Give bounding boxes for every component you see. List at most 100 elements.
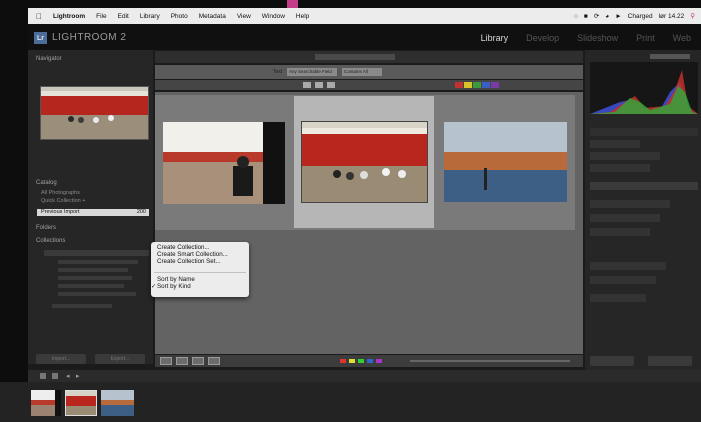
folders-header[interactable]: Folders (36, 225, 56, 231)
color-label-green-icon[interactable] (473, 82, 481, 88)
grid-view-icon[interactable] (160, 357, 172, 365)
menu-create-collection-set[interactable]: Create Collection Set... (157, 258, 221, 265)
menu-separator (154, 272, 246, 273)
sync-settings-button[interactable] (648, 356, 692, 366)
color-label-yellow-icon[interactable] (349, 359, 355, 363)
color-label-blue-icon[interactable] (367, 359, 373, 363)
color-label-purple-icon[interactable] (376, 359, 382, 363)
menu-help[interactable]: Help (296, 13, 309, 20)
quick-develop-header[interactable] (590, 128, 698, 136)
module-print[interactable]: Print (636, 33, 655, 43)
color-label-red-icon[interactable] (340, 359, 346, 363)
menu-app-name[interactable]: Lightroom (53, 13, 85, 20)
import-button[interactable]: Import... (36, 354, 86, 364)
battery-text[interactable]: Charged (628, 13, 653, 20)
clock-icon[interactable]: ◕ (605, 13, 609, 20)
module-web[interactable]: Web (673, 33, 691, 43)
sync-icon[interactable]: ⟳ (594, 12, 599, 20)
navigator-preview (40, 86, 149, 140)
menu-view[interactable]: View (237, 13, 251, 20)
menu-sort-by-kind[interactable]: Sort by Kind (157, 283, 191, 290)
metadata-row[interactable] (590, 294, 646, 302)
filter-field-dropdown[interactable]: Any Searchable Field (287, 68, 337, 76)
collection-row[interactable] (58, 276, 132, 280)
compare-view-icon[interactable] (192, 357, 204, 365)
navigator-header[interactable]: Navigator (36, 56, 62, 62)
photo-thumbnail[interactable] (163, 122, 285, 204)
grid-icon[interactable] (52, 373, 58, 379)
spotlight-icon[interactable]: ⚲ (690, 12, 695, 20)
filmstrip-thumbnail[interactable] (31, 390, 61, 416)
histogram-header[interactable] (650, 54, 690, 59)
grid-cell-selected[interactable] (294, 96, 434, 228)
grid-cell[interactable] (158, 96, 294, 228)
menu-edit[interactable]: Edit (118, 13, 129, 20)
apple-menu-icon[interactable]:  (36, 12, 42, 21)
volume-icon[interactable]: ► (615, 13, 621, 20)
filmstrip-thumbnail[interactable] (101, 390, 134, 416)
clock-text[interactable]: lør 14.22 (659, 13, 685, 20)
library-filter-bar: Text Any Searchable Field Contains All (155, 65, 583, 79)
menu-sort-by-name[interactable]: Sort by Name (157, 276, 195, 283)
sync-metadata-button[interactable] (590, 356, 634, 366)
filmstrip-thumbnail-selected[interactable] (65, 390, 97, 416)
metadata-row[interactable] (590, 276, 656, 284)
display-icon[interactable]: ■ (584, 13, 588, 20)
menu-metadata[interactable]: Metadata (199, 13, 226, 20)
menu-file[interactable]: File (96, 13, 106, 20)
collection-row[interactable] (58, 268, 128, 272)
library-filter-tabs[interactable] (315, 54, 395, 60)
collection-row[interactable] (52, 304, 112, 308)
catalog-item-previous-import[interactable]: Previous Import 200 (37, 209, 149, 216)
second-window-icon[interactable] (40, 373, 46, 379)
survey-view-icon[interactable] (208, 357, 220, 365)
color-label-green-icon[interactable] (358, 359, 364, 363)
forward-arrow-icon[interactable]: ▸ (76, 372, 80, 380)
filter-rule-dropdown[interactable]: Contains All (342, 68, 382, 76)
catalog-item-all-photographs[interactable]: All Photographs (37, 190, 149, 197)
photo-thumbnail[interactable] (301, 121, 428, 203)
thumbnail-size-slider[interactable] (410, 360, 570, 362)
white-balance-row[interactable] (590, 152, 660, 160)
module-library[interactable]: Library (481, 33, 509, 43)
export-button-label: Export... (110, 356, 130, 362)
loupe-view-icon[interactable] (176, 357, 188, 365)
flag-filter-icon[interactable] (303, 82, 311, 88)
metadata-row[interactable] (590, 200, 670, 208)
menu-photo[interactable]: Photo (171, 13, 188, 20)
collection-set-row[interactable] (44, 250, 149, 256)
saved-preset-row[interactable] (590, 140, 640, 148)
catalog-header[interactable]: Catalog (36, 180, 57, 186)
app-brand-name: LIGHTROOM 2 (52, 32, 127, 43)
metadata-row[interactable] (590, 262, 666, 270)
module-slideshow[interactable]: Slideshow (577, 33, 618, 43)
menu-create-collection[interactable]: Create Collection... (157, 244, 210, 251)
collection-row[interactable] (58, 284, 124, 288)
color-label-purple-icon[interactable] (491, 82, 499, 88)
attribute-filter-bar (155, 80, 583, 90)
tone-control-row[interactable] (590, 164, 650, 172)
collections-header[interactable]: Collections (36, 238, 65, 244)
photo-thumbnail[interactable] (444, 122, 567, 202)
collection-row[interactable] (58, 260, 138, 264)
color-label-yellow-icon[interactable] (464, 82, 472, 88)
flag-filter-icon[interactable] (315, 82, 323, 88)
menu-library[interactable]: Library (140, 13, 160, 20)
export-button[interactable]: Export... (95, 354, 145, 364)
menu-create-smart-collection[interactable]: Create Smart Collection... (157, 251, 228, 258)
metadata-row[interactable] (590, 228, 650, 236)
grid-cell[interactable] (434, 96, 575, 228)
flag-filter-icon[interactable] (327, 82, 335, 88)
color-label-red-icon[interactable] (455, 82, 463, 88)
keywording-header[interactable] (590, 182, 698, 190)
color-label-blue-icon[interactable] (482, 82, 490, 88)
collection-row[interactable] (58, 292, 136, 296)
back-arrow-icon[interactable]: ◂ (66, 372, 70, 380)
collections-context-menu: Create Collection... Create Smart Collec… (151, 242, 249, 297)
catalog-item-quick-collection[interactable]: Quick Collection + (37, 198, 149, 205)
wifi-icon[interactable]: ○ (574, 13, 578, 20)
metadata-row[interactable] (590, 214, 660, 222)
histogram (590, 62, 698, 114)
menu-window[interactable]: Window (262, 13, 285, 20)
module-develop[interactable]: Develop (526, 33, 559, 43)
